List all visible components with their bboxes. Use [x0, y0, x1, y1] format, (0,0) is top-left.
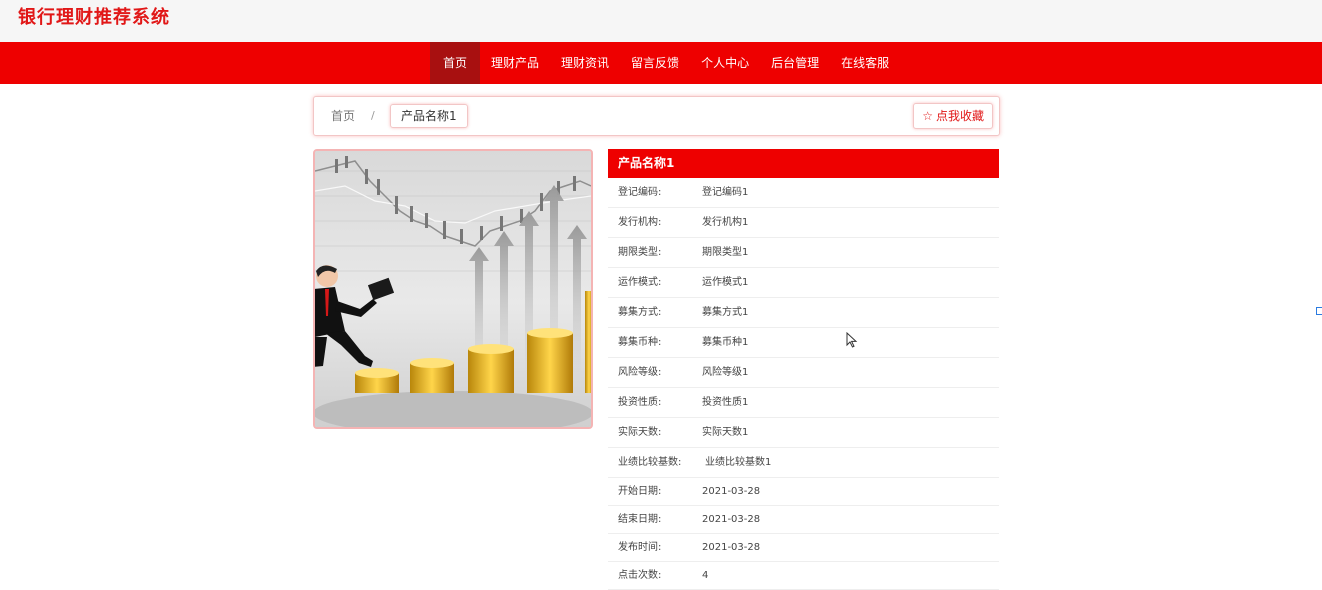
top-header: 银行理财推荐系统	[0, 0, 1322, 42]
field-label: 结束日期:	[618, 514, 662, 525]
field-row-operation-mode: 运作模式: 运作模式1	[608, 268, 999, 298]
field-label: 期限类型:	[618, 247, 662, 258]
field-row-benchmark: 业绩比较基数: 业绩比较基数1	[608, 448, 999, 478]
field-value: 发行机构1	[702, 217, 749, 228]
field-value: 4	[702, 570, 709, 581]
mouse-cursor-icon	[846, 332, 858, 348]
product-detail-panel: 产品名称1 登记编码: 登记编码1 发行机构: 发行机构1 期限类型: 期限类型…	[608, 149, 999, 590]
field-row-click-count: 点击次数: 4	[608, 562, 999, 590]
field-label: 发行机构:	[618, 217, 662, 228]
field-value: 业绩比较基数1	[705, 457, 772, 468]
field-value: 募集币种1	[702, 337, 749, 348]
field-label: 登记编码:	[618, 187, 662, 198]
main-nav: 首页 理财产品 理财资讯 留言反馈 个人中心 后台管理 在线客服	[0, 42, 1322, 84]
field-label: 运作模式:	[618, 277, 662, 288]
nav-item-admin[interactable]: 后台管理	[760, 42, 830, 84]
field-row-end-date: 结束日期: 2021-03-28	[608, 506, 999, 534]
field-value: 风险等级1	[702, 367, 749, 378]
field-label: 投资性质:	[618, 397, 662, 408]
field-row-issuer: 发行机构: 发行机构1	[608, 208, 999, 238]
product-name-header: 产品名称1	[608, 149, 999, 178]
field-label: 募集币种:	[618, 337, 662, 348]
nav-item-news[interactable]: 理财资讯	[550, 42, 620, 84]
field-label: 风险等级:	[618, 367, 662, 378]
field-row-term-type: 期限类型: 期限类型1	[608, 238, 999, 268]
nav-item-products[interactable]: 理财产品	[480, 42, 550, 84]
favorite-button[interactable]: ☆ 点我收藏	[913, 103, 993, 129]
nav-item-profile[interactable]: 个人中心	[690, 42, 760, 84]
field-value: 募集方式1	[702, 307, 749, 318]
field-label: 募集方式:	[618, 307, 662, 318]
site-title: 银行理财推荐系统	[18, 7, 170, 28]
field-value: 期限类型1	[702, 247, 749, 258]
side-widget-icon[interactable]	[1316, 307, 1322, 315]
nav-item-feedback[interactable]: 留言反馈	[620, 42, 690, 84]
field-row-raise-method: 募集方式: 募集方式1	[608, 298, 999, 328]
field-label: 实际天数:	[618, 427, 662, 438]
field-value: 2021-03-28	[702, 542, 761, 553]
nav-item-support[interactable]: 在线客服	[830, 42, 900, 84]
field-value: 登记编码1	[702, 187, 749, 198]
field-value: 运作模式1	[702, 277, 749, 288]
field-value: 实际天数1	[702, 427, 749, 438]
field-label: 发布时间:	[618, 542, 662, 553]
field-value: 投资性质1	[702, 397, 749, 408]
field-row-start-date: 开始日期: 2021-03-28	[608, 478, 999, 506]
stock-chart-coins-illustration	[315, 151, 591, 427]
field-row-actual-days: 实际天数: 实际天数1	[608, 418, 999, 448]
field-row-risk-level: 风险等级: 风险等级1	[608, 358, 999, 388]
breadcrumb-separator: /	[371, 109, 375, 122]
field-row-registration-code: 登记编码: 登记编码1	[608, 178, 999, 208]
field-row-publish-time: 发布时间: 2021-03-28	[608, 534, 999, 562]
nav-list: 首页 理财产品 理财资讯 留言反馈 个人中心 后台管理 在线客服	[430, 42, 900, 84]
breadcrumb-current: 产品名称1	[390, 104, 468, 128]
field-value: 2021-03-28	[702, 486, 761, 497]
favorite-button-label: 点我收藏	[935, 109, 984, 123]
product-image	[313, 149, 593, 429]
field-row-currency: 募集币种: 募集币种1	[608, 328, 999, 358]
field-label: 业绩比较基数:	[618, 457, 682, 468]
star-outline-icon: ☆	[922, 109, 933, 123]
field-label: 开始日期:	[618, 486, 662, 497]
nav-item-home[interactable]: 首页	[430, 42, 481, 84]
field-row-investment-nature: 投资性质: 投资性质1	[608, 388, 999, 418]
breadcrumb-home-link[interactable]: 首页	[331, 97, 355, 135]
field-value: 2021-03-28	[702, 514, 761, 525]
breadcrumb: 首页 / 产品名称1 ☆ 点我收藏	[313, 96, 1000, 136]
field-label: 点击次数:	[618, 570, 662, 581]
